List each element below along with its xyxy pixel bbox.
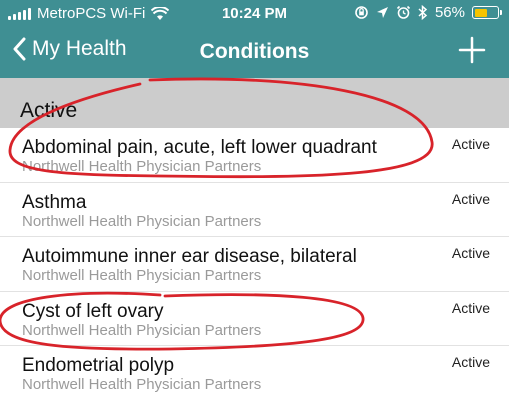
conditions-list: Abdominal pain, acute, left lower quadra… [0, 128, 509, 400]
rotation-lock-icon [355, 6, 368, 19]
bluetooth-icon [418, 5, 428, 20]
condition-title: Autoimmune inner ear disease, bilateral [22, 246, 357, 267]
list-item[interactable]: Abdominal pain, acute, left lower quadra… [0, 128, 509, 183]
status-label: Active [451, 136, 490, 152]
status-label: Active [451, 245, 490, 261]
condition-provider: Northwell Health Physician Partners [22, 212, 262, 230]
list-item[interactable]: Asthma Northwell Health Physician Partne… [0, 182, 509, 237]
list-item[interactable]: Cyst of left ovary Northwell Health Phys… [0, 291, 509, 346]
section-title: Active [20, 99, 78, 122]
condition-provider: Northwell Health Physician Partners [22, 321, 262, 339]
status-label: Active [451, 354, 490, 370]
status-label: Active [451, 190, 490, 207]
battery-fill [474, 8, 487, 17]
status-label: Active [451, 299, 490, 316]
navigation-bar: My Health Conditions [0, 28, 509, 78]
location-icon [376, 7, 388, 18]
condition-title: Abdominal pain, acute, left lower quadra… [22, 137, 377, 158]
chevron-left-icon [13, 37, 26, 61]
list-item[interactable]: Endometrial polyp Northwell Health Physi… [0, 346, 509, 400]
condition-title: Asthma [22, 191, 87, 213]
section-header: Active [0, 78, 509, 128]
condition-provider: Northwell Health Physician Partners [22, 376, 262, 393]
back-button-label: My Health [32, 37, 127, 60]
condition-title: Cyst of left ovary [22, 300, 164, 322]
status-bar: MetroPCS Wi-Fi 10:24 PM 56% [0, 0, 509, 28]
condition-provider: Northwell Health Physician Partners [22, 158, 262, 175]
add-icon[interactable] [457, 35, 487, 65]
battery-percent: 56% [434, 4, 465, 21]
alarm-icon [396, 5, 411, 19]
status-right: 56% [354, 4, 502, 21]
list-item[interactable]: Autoimmune inner ear disease, bilateral … [0, 237, 509, 292]
condition-provider: Northwell Health Physician Partners [22, 267, 262, 284]
battery-icon [472, 6, 502, 19]
back-button[interactable]: My Health [12, 37, 127, 61]
condition-title: Endometrial polyp [22, 355, 175, 376]
